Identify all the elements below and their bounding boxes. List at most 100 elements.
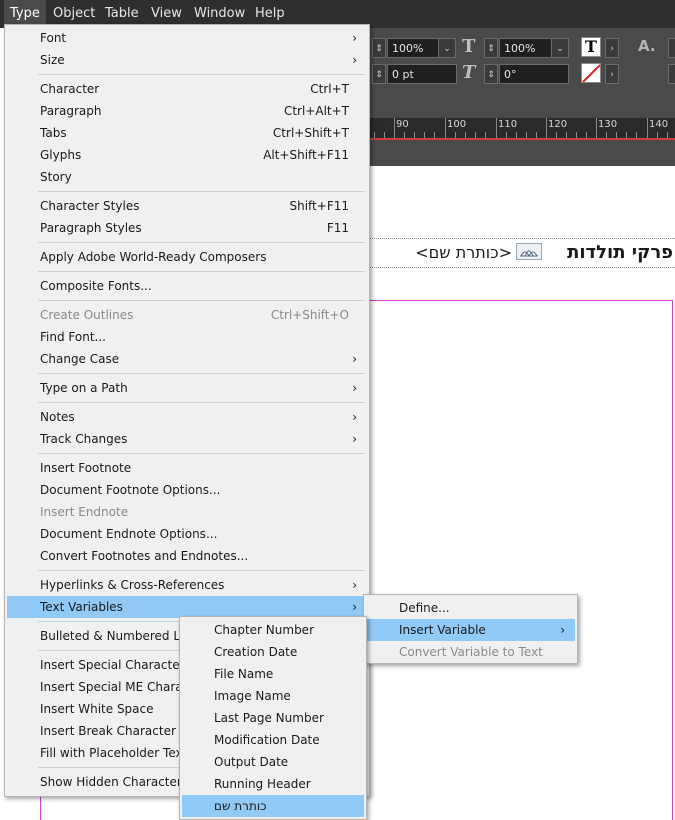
panel-overflow-2[interactable]: [668, 64, 675, 84]
menu-item-label: Size: [40, 53, 65, 67]
skew-stepper[interactable]: ⇕: [484, 64, 498, 84]
variable-item-image-name[interactable]: Image Name: [182, 685, 364, 707]
scale-v-stepper[interactable]: ⇕: [484, 38, 498, 58]
menu-item-label: Convert Footnotes and Endnotes...: [40, 549, 249, 563]
menu-item-character-styles[interactable]: Character Styles Shift+F11: [7, 195, 367, 217]
menu-item-tabs[interactable]: Tabs Ctrl+Shift+T: [7, 122, 367, 144]
ruler-label: 120: [548, 119, 568, 130]
menu-item-insert-footnote[interactable]: Insert Footnote: [7, 457, 367, 479]
menu-item-label: Composite Fonts...: [40, 279, 152, 293]
menu-item-label: Notes: [40, 410, 75, 424]
menu-item-label: Insert Endnote: [40, 505, 129, 519]
menu-item-convert-footnotes-and-endnotes[interactable]: Convert Footnotes and Endnotes...: [7, 545, 367, 567]
menu-separator: [38, 191, 365, 192]
menu-separator: [38, 570, 365, 571]
chevron-right-icon: ›: [560, 623, 565, 637]
scale-h-stepper[interactable]: ⇕: [372, 38, 386, 58]
menu-item-notes[interactable]: Notes ›: [7, 406, 367, 428]
insert-variable-submenu: Chapter Number Creation Date File Name Imag…: [179, 616, 367, 820]
menu-item-size[interactable]: Size ›: [7, 49, 367, 71]
chevron-right-icon: ›: [352, 578, 357, 592]
variable-item-label: Modification Date: [214, 733, 320, 747]
menu-item-hyperlinks-cross-references[interactable]: Hyperlinks & Cross-References ›: [7, 574, 367, 596]
variable-item-label: Chapter Number: [214, 623, 314, 637]
menu-separator: [38, 242, 365, 243]
menu-item-shortcut: Ctrl+Alt+T: [283, 104, 349, 118]
menu-item-composite-fonts[interactable]: Composite Fonts...: [7, 275, 367, 297]
variable-item-label: Output Date: [214, 755, 289, 769]
scale-h-field[interactable]: 100%: [387, 38, 443, 58]
menu-item-shortcut: Shift+F11: [289, 199, 349, 213]
variable-item-file-name[interactable]: File Name: [182, 663, 364, 685]
menu-separator: [38, 402, 365, 403]
menu-item-character[interactable]: Character Ctrl+T: [7, 78, 367, 100]
menu-item-shortcut: F11: [326, 221, 349, 235]
chevron-right-icon: ›: [352, 381, 357, 395]
vertical-scale-icon: T: [462, 36, 476, 57]
menu-item-label: Apply Adobe World-Ready Composers: [40, 250, 267, 264]
baseline-stepper[interactable]: ⇕: [372, 64, 386, 84]
menu-item-label: Hyperlinks & Cross-References: [40, 578, 225, 592]
menu-separator: [38, 300, 365, 301]
variable-item-last-page-number[interactable]: Last Page Number: [182, 707, 364, 729]
chevron-right-icon: ›: [352, 600, 357, 614]
variable-item-modification-date[interactable]: Modification Date: [182, 729, 364, 751]
margin-guide-top: [368, 300, 673, 301]
baseline-shift-field[interactable]: 0 pt: [387, 64, 457, 84]
variable-item-label: Creation Date: [214, 645, 298, 659]
scale-h-dropdown[interactable]: ⌄: [438, 38, 456, 58]
menu-item-label: Change Case: [40, 352, 120, 366]
variable-item-label: Image Name: [214, 689, 291, 703]
menu-item-paragraph-styles[interactable]: Paragraph Styles F11: [7, 217, 367, 239]
submenu-item-define[interactable]: Define...: [366, 597, 575, 619]
fill-text-icon[interactable]: T: [581, 37, 601, 57]
character-style-icon[interactable]: A.: [638, 37, 656, 55]
variable-item-label: כותרת שם: [214, 799, 267, 813]
submenu-item-insert-variable[interactable]: Insert Variable ›: [366, 619, 575, 641]
menu-item-label: Show Hidden Characters: [40, 775, 189, 789]
ruler-tick: [647, 118, 648, 138]
menu-item-label: Tabs: [40, 126, 67, 140]
menu-item-label: Paragraph Styles: [40, 221, 142, 235]
menu-item-document-footnote-options[interactable]: Document Footnote Options...: [7, 479, 367, 501]
menu-item-track-changes[interactable]: Track Changes ›: [7, 428, 367, 450]
menu-item-type-on-a-path[interactable]: Type on a Path ›: [7, 377, 367, 399]
skew-field[interactable]: 0°: [499, 64, 569, 84]
ruler-tick: [546, 118, 547, 138]
header-title-text: פרקי תולדות: [567, 242, 673, 263]
menu-item-label: Document Endnote Options...: [40, 527, 218, 541]
stroke-arrow-button[interactable]: ›: [605, 64, 619, 84]
menu-item-story[interactable]: Story: [7, 166, 367, 188]
menu-item-document-endnote-options[interactable]: Document Endnote Options...: [7, 523, 367, 545]
panel-overflow[interactable]: [668, 38, 675, 58]
variable-item-running-header[interactable]: Running Header: [182, 773, 364, 795]
menu-item-label: Font: [40, 31, 67, 45]
horizontal-ruler: 90 100 110 120 130 140: [368, 118, 675, 138]
submenu-item-label: Insert Variable: [399, 623, 486, 637]
variable-item-output-date[interactable]: Output Date: [182, 751, 364, 773]
variable-item-custom-variable[interactable]: כותרת שם: [182, 795, 364, 817]
menu-item-find-font[interactable]: Find Font...: [7, 326, 367, 348]
menu-item-apply-adobe-world-ready-composers[interactable]: Apply Adobe World-Ready Composers: [7, 246, 367, 268]
lotus-shape: [520, 250, 538, 258]
skew-icon: T: [462, 62, 476, 83]
menu-separator: [38, 373, 365, 374]
scale-v-field[interactable]: 100%: [499, 38, 555, 58]
menu-item-paragraph[interactable]: Paragraph Ctrl+Alt+T: [7, 100, 367, 122]
variable-item-creation-date[interactable]: Creation Date: [182, 641, 364, 663]
menu-item-text-variables[interactable]: Text Variables ›: [7, 596, 367, 618]
menu-item-label: Track Changes: [40, 432, 128, 446]
menu-separator: [38, 271, 365, 272]
text-variables-submenu: Define... Insert Variable › Convert Variabl…: [363, 594, 578, 664]
none-slash-icon: [582, 64, 600, 82]
running-header-frame[interactable]: פרקי תולדות <כותרת שם>: [368, 238, 675, 268]
fill-arrow-button[interactable]: ›: [605, 38, 619, 58]
menu-item-change-case[interactable]: Change Case ›: [7, 348, 367, 370]
menu-item-glyphs[interactable]: Glyphs Alt+Shift+F11: [7, 144, 367, 166]
menu-item-font[interactable]: Font ›: [7, 27, 367, 49]
submenu-item-label: Convert Variable to Text: [399, 645, 543, 659]
scale-v-dropdown[interactable]: ⌄: [551, 38, 569, 58]
stroke-none-icon[interactable]: [581, 63, 601, 83]
chevron-right-icon: ›: [352, 31, 357, 45]
variable-item-chapter-number[interactable]: Chapter Number: [182, 619, 364, 641]
